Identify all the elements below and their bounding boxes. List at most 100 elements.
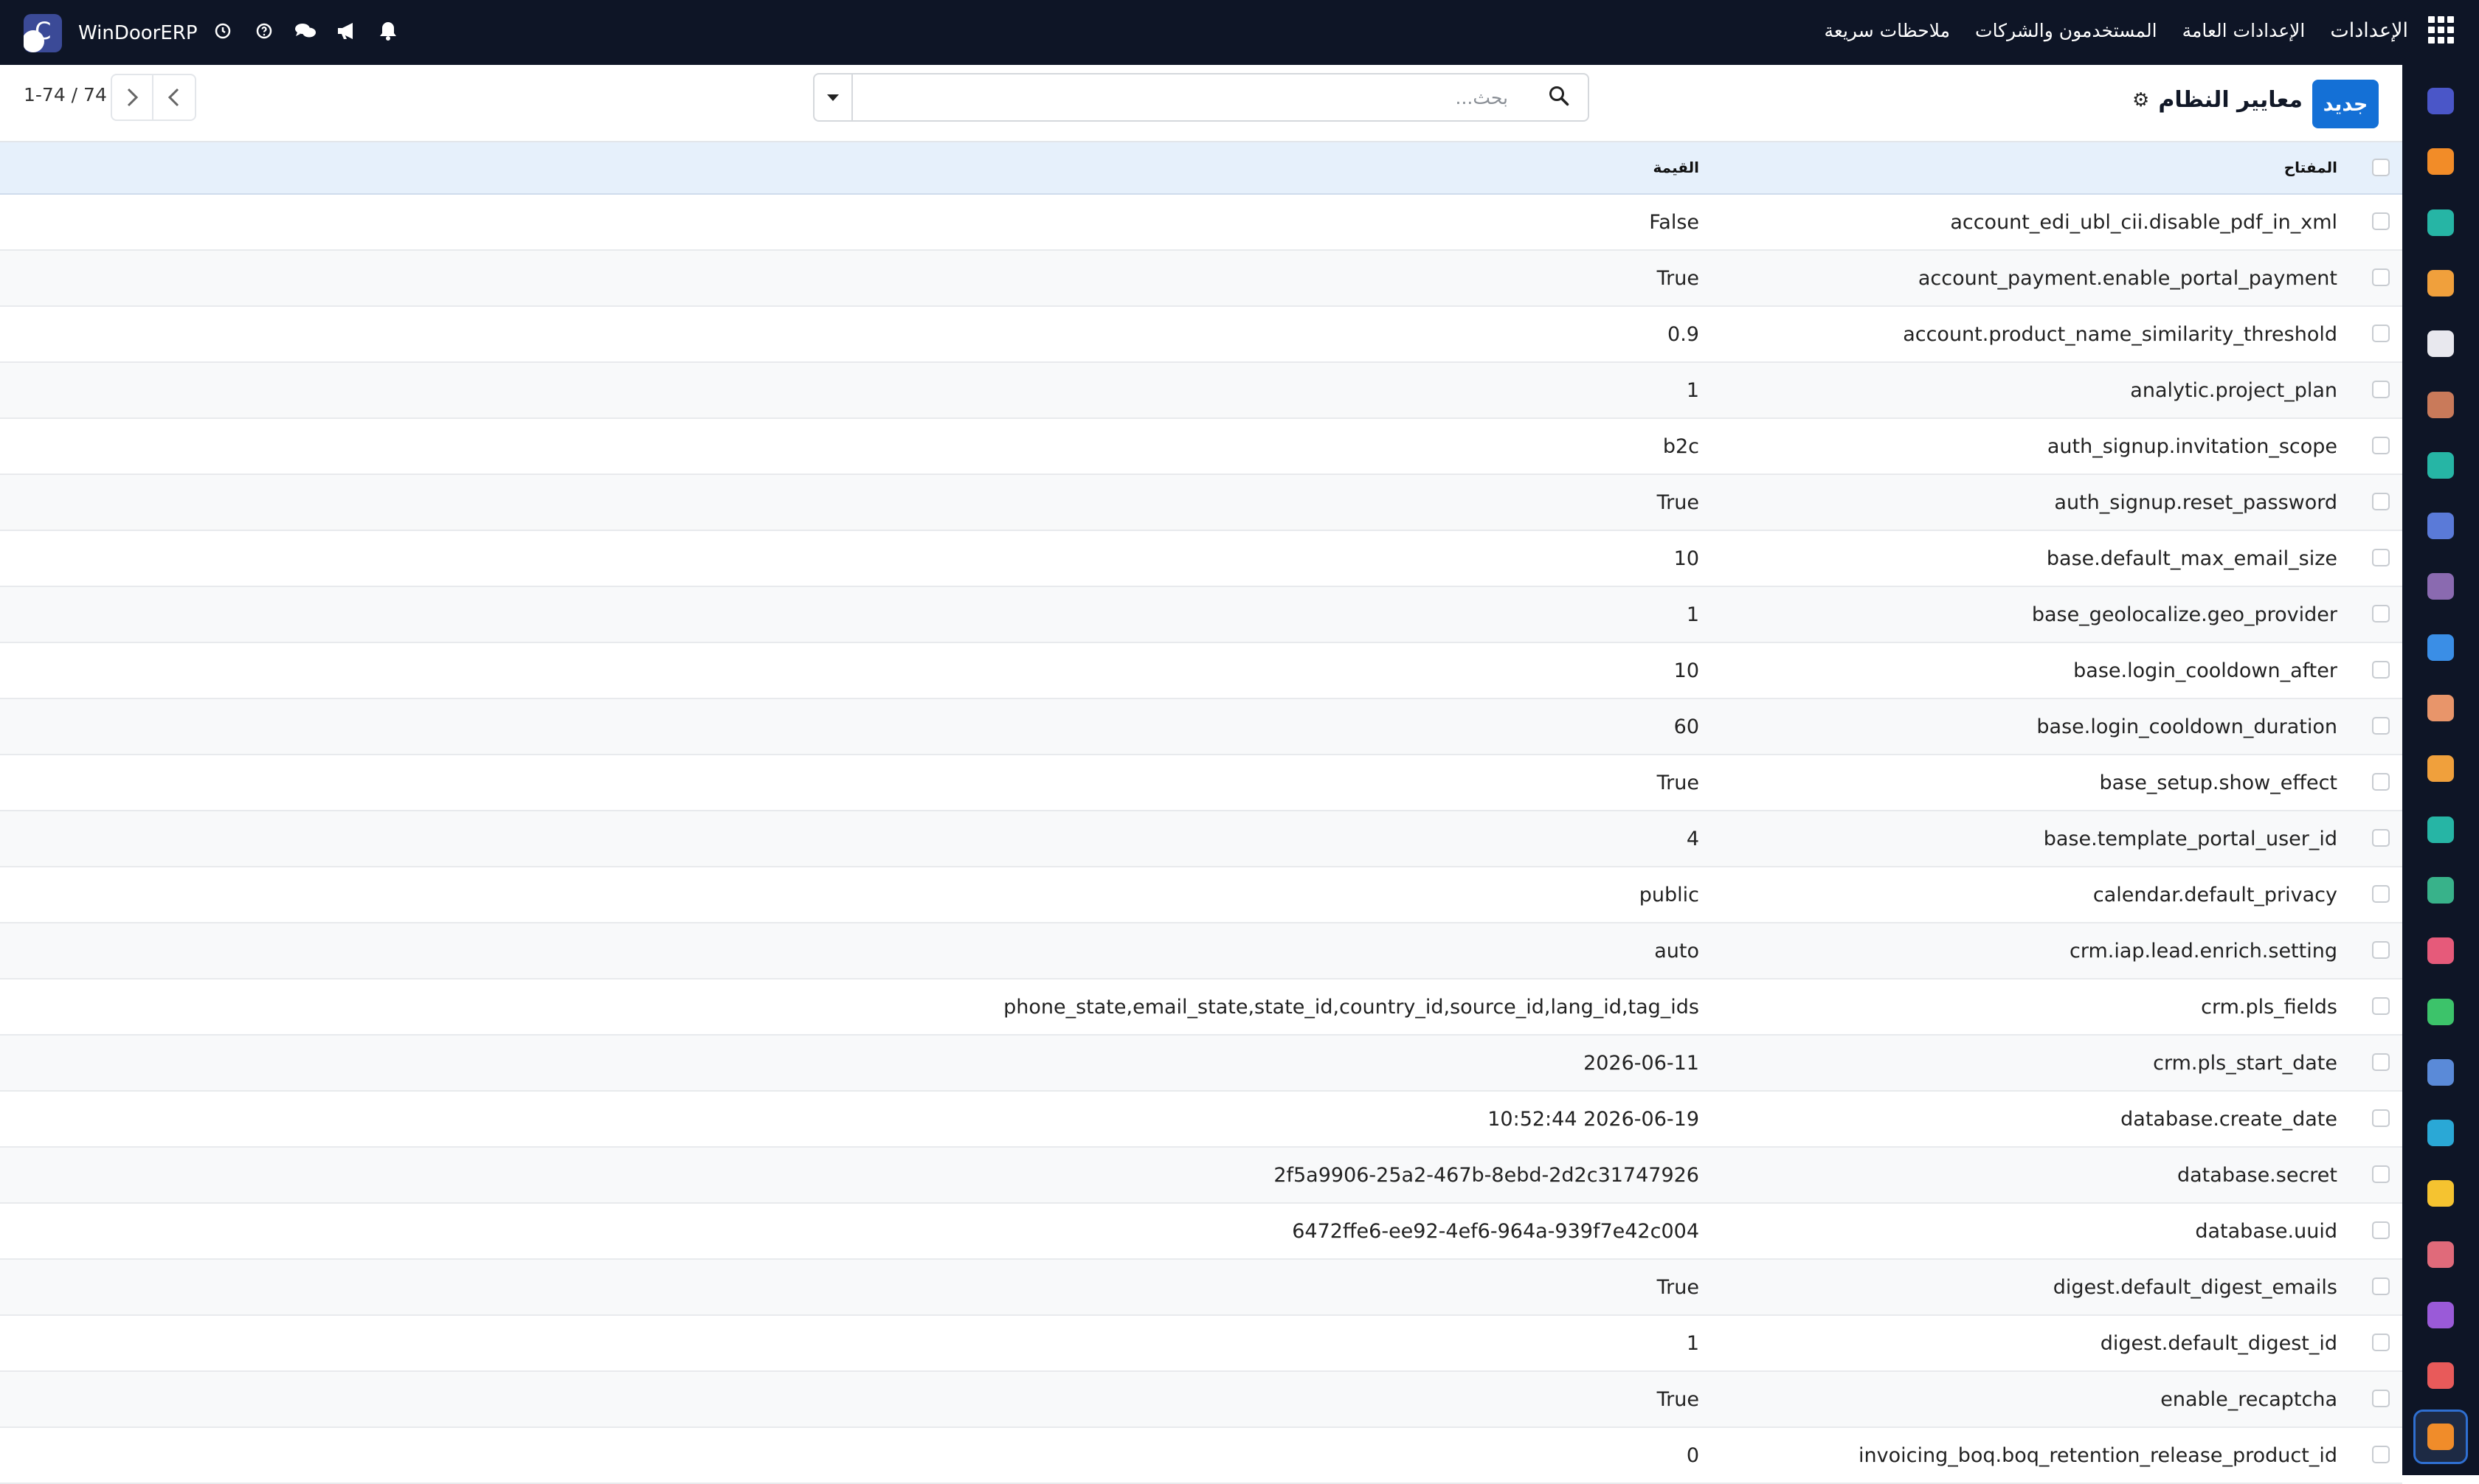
parameters-table: المفتاح القيمة account_edi_ubl_cii.disab… [0,142,2402,1484]
package-icon[interactable] [2421,567,2460,606]
row-checkbox[interactable] [2372,1446,2390,1463]
whatsapp-icon[interactable] [2421,993,2460,1031]
contacts-icon[interactable] [2421,871,2460,909]
table-row[interactable]: base.login_cooldown_after 10 [0,643,2402,699]
accounting-icon[interactable] [2421,204,2460,242]
table-row[interactable]: base.login_cooldown_duration 60 [0,699,2402,755]
chat-icon[interactable] [294,19,317,43]
table-row[interactable]: account.product_name_similarity_threshol… [0,307,2402,363]
reports-icon[interactable] [2421,264,2460,302]
search-icon[interactable] [1548,85,1573,110]
pager-next-button[interactable] [111,74,153,121]
cell-key: calendar.default_privacy [2092,884,2337,906]
clock-app-icon[interactable] [2421,1053,2460,1092]
settings-app-icon[interactable] [2413,1409,2468,1464]
table-row[interactable]: enable_recaptcha True [0,1372,2402,1428]
brand[interactable]: C WinDoorERP [24,14,198,52]
discuss-icon[interactable] [2421,142,2460,181]
row-checkbox[interactable] [2372,1334,2390,1351]
employees-icon[interactable] [2421,689,2460,727]
telegram-icon[interactable] [2421,1174,2460,1213]
table-row[interactable]: base.default_max_email_size 10 [0,531,2402,587]
table-row[interactable]: crm.pls_start_date 2026-06-11 [0,1036,2402,1092]
clock-icon[interactable] [211,19,235,43]
sign-icon[interactable] [2421,811,2460,849]
table-row[interactable]: analytic.project_plan 1 [0,363,2402,419]
website-icon[interactable] [2421,1114,2460,1152]
table-row[interactable]: database.uuid 6472ffe6-ee92-4ef6-964a-939… [0,1204,2402,1260]
row-checkbox[interactable] [2372,268,2390,286]
row-checkbox[interactable] [2372,717,2390,735]
new-button[interactable]: جديد [2312,80,2379,128]
table-row[interactable]: crm.pls_fields phone_state,email_state,st… [0,979,2402,1036]
cell-value: True [1656,1388,1699,1411]
row-checkbox[interactable] [2372,1109,2390,1127]
row-checkbox[interactable] [2372,549,2390,566]
row-checkbox[interactable] [2372,1221,2390,1239]
row-checkbox[interactable] [2372,997,2390,1015]
gear-icon[interactable]: ⚙ [2132,89,2149,111]
row-checkbox[interactable] [2372,1053,2390,1071]
menu-quick-notes[interactable]: ملاحظات سريعة [1824,20,1950,41]
table-row[interactable]: invoicing_boq.boq_retention_release_prod… [0,1428,2402,1484]
row-checkbox[interactable] [2372,885,2390,903]
row-checkbox[interactable] [2372,1390,2390,1407]
calendar-icon[interactable] [2421,749,2460,788]
search-options-toggle[interactable] [815,74,853,120]
row-checkbox[interactable] [2372,605,2390,623]
table-row[interactable]: account_edi_ubl_cii.disable_pdf_in_xml Fa… [0,195,2402,251]
table-row[interactable]: base_setup.show_effect True [0,755,2402,811]
table-row[interactable]: base_geolocalize.geo_provider 1 [0,587,2402,643]
menu-users-companies[interactable]: المستخدمون والشركات [1975,20,2157,41]
bell-icon[interactable] [376,19,400,43]
pager-value[interactable]: 1-74 / 74 [24,84,107,105]
tasks-check-icon[interactable] [2421,446,2460,485]
row-checkbox[interactable] [2372,829,2390,847]
pager-prev-button[interactable] [153,74,196,121]
row-checkbox[interactable] [2372,325,2390,342]
column-header-key[interactable]: المفتاح [2284,159,2337,176]
inventory-icon[interactable] [2421,325,2460,363]
app-tile [2427,1362,2454,1390]
systray [211,19,400,43]
app-grid-icon[interactable] [2426,16,2454,44]
menu-settings[interactable]: الإعدادات [2330,19,2408,42]
table-row[interactable]: crm.iap.lead.enrich.setting auto [0,923,2402,979]
table-row[interactable]: database.create_date 10:52:44 2026-06-19 [0,1092,2402,1148]
row-checkbox[interactable] [2372,493,2390,510]
row-checkbox[interactable] [2372,941,2390,959]
app-tile [2427,937,2454,965]
column-header-value[interactable]: القيمة [1653,159,1699,176]
app-tile [2427,816,2454,843]
table-row[interactable]: base.template_portal_user_id 4 [0,811,2402,867]
megaphone-icon[interactable] [335,19,359,43]
row-checkbox[interactable] [2372,661,2390,679]
help-icon[interactable] [252,19,276,43]
table-row[interactable]: calendar.default_privacy public [0,867,2402,923]
search-input[interactable] [859,79,1508,116]
module-icon[interactable] [2421,1296,2460,1334]
row-checkbox[interactable] [2372,437,2390,454]
select-all-checkbox[interactable] [2372,159,2390,176]
table-row[interactable]: digest.default_digest_id 1 [0,1316,2402,1372]
dashboard-icon[interactable] [2421,932,2460,970]
table-row[interactable]: auth_signup.invitation_scope b2c [0,419,2402,475]
table-row[interactable]: database.secret 2f5a9906-25a2-467b-8ebd-2… [0,1148,2402,1204]
table-row[interactable]: auth_signup.reset_password True [0,475,2402,531]
layers-icon[interactable] [2421,1235,2460,1274]
cell-value: 2f5a9906-25a2-467b-8ebd-2d2c31747926 [1273,1164,1699,1187]
row-checkbox[interactable] [2372,1165,2390,1183]
sales-icon[interactable] [2421,628,2460,667]
row-checkbox[interactable] [2372,381,2390,398]
menu-general-settings[interactable]: الإعدادات العامة [2182,20,2306,41]
row-checkbox[interactable] [2372,1277,2390,1295]
knowledge-icon[interactable] [2421,507,2460,545]
table-row[interactable]: account_payment.enable_portal_payment Tru… [0,251,2402,307]
table-row[interactable]: digest.default_digest_emails True [0,1260,2402,1316]
email-marketing-icon[interactable] [2421,82,2460,120]
row-checkbox[interactable] [2372,773,2390,791]
pie-icon[interactable] [2421,1356,2460,1395]
cell-value: 60 [1673,715,1699,738]
contacts-card-icon[interactable] [2421,386,2460,424]
row-checkbox[interactable] [2372,212,2390,230]
